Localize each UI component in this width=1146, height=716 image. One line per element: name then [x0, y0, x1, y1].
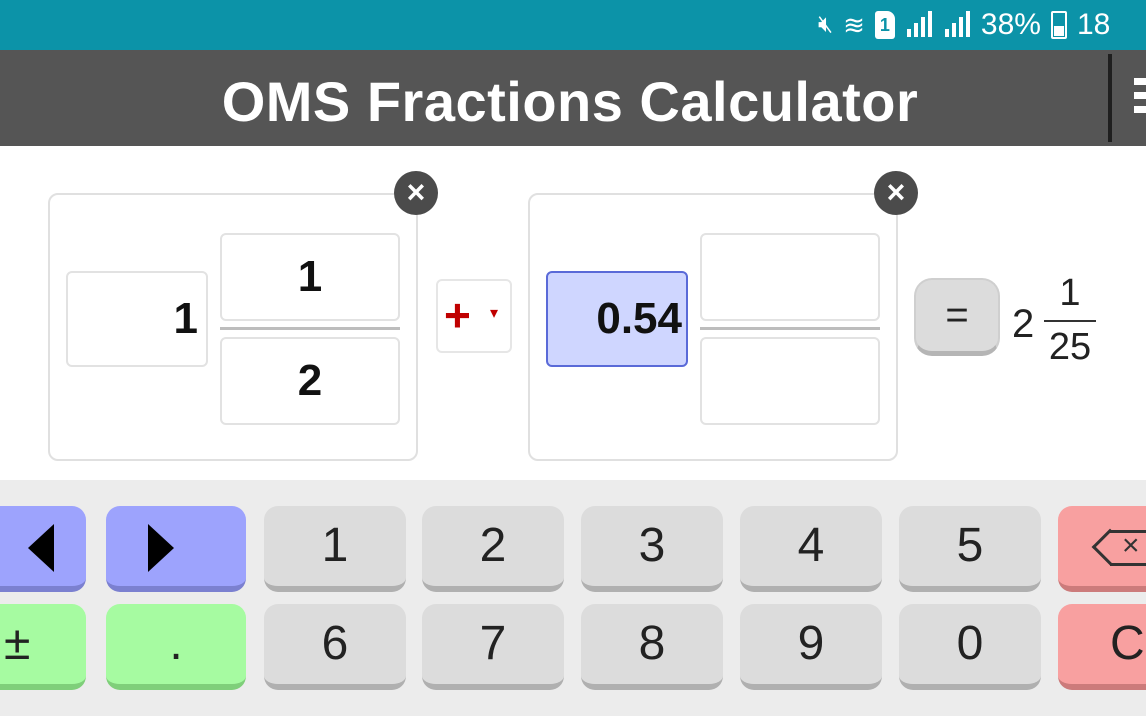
signal-icon-2 [943, 11, 971, 39]
operand-1-fraction-bar [220, 327, 400, 330]
operator-dropdown[interactable]: + ▾ [436, 279, 512, 353]
key-7[interactable]: 7 [422, 604, 564, 690]
menu-divider [1108, 54, 1112, 142]
dropdown-caret-icon: ▾ [490, 305, 499, 322]
status-clock: 18 [1076, 8, 1111, 41]
result-denominator: 25 [1048, 326, 1092, 368]
key-6[interactable]: 6 [264, 604, 406, 690]
expression-area: × 1 1 2 + ▾ × 0.54 = 2 1 25 [0, 146, 1146, 480]
key-0[interactable]: 0 [899, 604, 1041, 690]
app-bar: OMS Fractions Calculator [0, 50, 1146, 146]
operand-1-denominator-field[interactable]: 2 [220, 337, 400, 425]
operand-2-fraction-bar [700, 327, 880, 330]
operand-2-numerator-field[interactable] [700, 233, 880, 321]
menu-icon[interactable] [1134, 78, 1146, 126]
result-fraction: 2 1 25 [1012, 272, 1122, 372]
keypad: 1 2 3 4 5 × ± . 6 7 8 9 0 C [0, 480, 1146, 716]
clear-operand-1-icon[interactable]: × [394, 171, 438, 215]
decimal-point-button[interactable]: . [106, 604, 246, 690]
operand-1-whole-field[interactable]: 1 [66, 271, 208, 367]
key-9[interactable]: 9 [740, 604, 882, 690]
result-whole: 2 [1012, 302, 1035, 346]
key-8[interactable]: 8 [581, 604, 723, 690]
cursor-right-button[interactable] [106, 506, 246, 592]
result-numerator: 1 [1059, 272, 1081, 314]
operand-2-whole-field[interactable]: 0.54 [546, 271, 688, 367]
operand-2: × 0.54 [528, 171, 918, 461]
calculator-app: 🔇︎ ≋ 1 38% 18 OMS Fractions Calculator ×… [0, 0, 1146, 716]
operand-1: × 1 1 2 [48, 171, 438, 461]
signal-icon [905, 11, 933, 39]
battery-icon [1050, 11, 1067, 39]
key-3[interactable]: 3 [581, 506, 723, 592]
backspace-icon: × [1091, 528, 1146, 567]
mute-icon: 🔇︎ [818, 11, 834, 38]
operator-symbol: + [444, 289, 471, 341]
cursor-left-button[interactable] [0, 506, 86, 592]
key-5[interactable]: 5 [899, 506, 1041, 592]
wifi-icon: ≋ [843, 9, 865, 40]
clear-operand-2-icon[interactable]: × [874, 171, 918, 215]
arrow-left-icon [28, 524, 54, 573]
clear-button[interactable]: C [1058, 604, 1146, 690]
status-bar: 🔇︎ ≋ 1 38% 18 [0, 0, 1146, 50]
status-icons: 🔇︎ ≋ 1 38% 18 [818, 8, 1120, 42]
key-2[interactable]: 2 [422, 506, 564, 592]
result-fraction-bar [1044, 320, 1096, 322]
app-title: OMS Fractions Calculator [221, 70, 919, 133]
operand-1-numerator-field[interactable]: 1 [220, 233, 400, 321]
plus-minus-button[interactable]: ± [0, 604, 86, 690]
backspace-button[interactable]: × [1058, 506, 1146, 592]
equals-button[interactable]: = [914, 278, 1000, 356]
battery-percent: 38% [980, 8, 1041, 41]
key-4[interactable]: 4 [740, 506, 882, 592]
arrow-right-icon [148, 524, 174, 573]
operand-2-denominator-field[interactable] [700, 337, 880, 425]
key-1[interactable]: 1 [264, 506, 406, 592]
sim-icon: 1 [874, 11, 895, 39]
